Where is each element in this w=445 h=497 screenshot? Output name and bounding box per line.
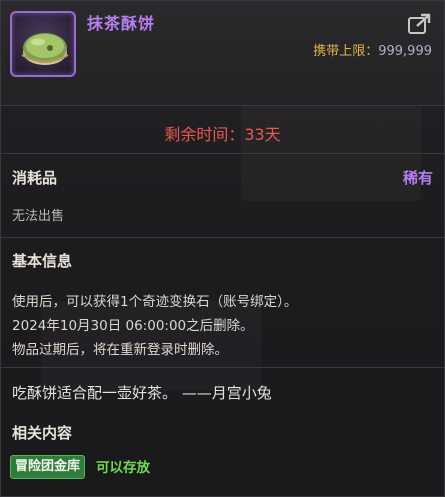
item-type: 消耗品	[12, 169, 58, 187]
adventure-vault-button[interactable]: 冒险团金库	[10, 455, 86, 479]
item-icon-frame	[10, 11, 76, 77]
item-tooltip: 抹茶酥饼 携带上限：999,999 剩余时间：33天 消耗品 稀有 无法出售 基…	[0, 0, 445, 497]
item-name: 抹茶酥饼	[87, 14, 156, 33]
basic-info-line: 2024年10月30日 06:00:00之后删除。	[12, 318, 254, 334]
basic-info-line: 使用后，可以获得1个奇迹变换石（账号绑定）。	[12, 294, 298, 310]
divider	[1, 237, 444, 238]
carry-limit: 携带上限：999,999	[313, 40, 432, 59]
divider	[1, 153, 444, 154]
item-rarity: 稀有	[402, 169, 433, 187]
divider	[1, 105, 444, 106]
flavor-text: 吃酥饼适合配一壶好茶。 ——月宫小兔	[12, 384, 272, 402]
share-icon[interactable]	[407, 12, 433, 36]
carry-limit-label: 携带上限：	[313, 44, 379, 59]
storage-status: 可以存放	[96, 460, 150, 476]
related-title: 相关内容	[12, 424, 73, 442]
matcha-cake-icon	[21, 33, 69, 65]
tooltip-header: 抹茶酥饼 携带上限：999,999	[1, 1, 444, 105]
divider	[1, 367, 444, 368]
carry-limit-value: 999,999	[378, 44, 432, 59]
basic-info-title: 基本信息	[12, 252, 73, 270]
basic-info-line: 物品过期后，将在重新登录时删除。	[12, 342, 228, 358]
sell-status: 无法出售	[12, 209, 65, 224]
remaining-time: 剩余时间：33天	[164, 125, 281, 144]
